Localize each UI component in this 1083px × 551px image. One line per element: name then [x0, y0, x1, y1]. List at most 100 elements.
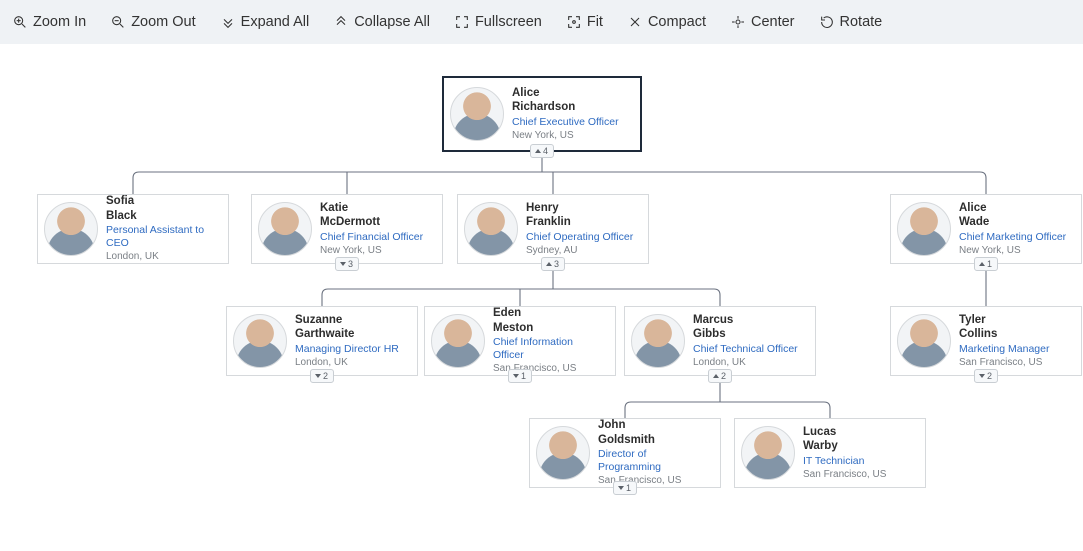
node-marcus-gibbs[interactable]: Marcus Gibbs Chief Technical Officer Lon… — [624, 306, 816, 376]
zoom-in-icon — [12, 14, 28, 30]
expand-toggle[interactable]: 1 — [974, 257, 998, 271]
first-name: Lucas — [803, 425, 886, 439]
first-name: Sofia — [106, 194, 218, 208]
node-eden-meston[interactable]: Eden Meston Chief Information Officer Sa… — [424, 306, 616, 376]
location: New York, US — [959, 245, 1066, 258]
job-title: IT Technician — [803, 455, 886, 468]
child-count: 3 — [554, 259, 559, 269]
expand-toggle[interactable]: 3 — [335, 257, 359, 271]
chevron-down-icon — [618, 486, 624, 490]
node-info: Suzanne Garthwaite Managing Director HR … — [295, 313, 399, 369]
job-title: Chief Technical Officer — [693, 343, 798, 356]
fit-button[interactable]: Fit — [566, 14, 603, 30]
fit-label: Fit — [587, 14, 603, 30]
node-info: Marcus Gibbs Chief Technical Officer Lon… — [693, 313, 798, 369]
chevron-up-icon — [546, 262, 552, 266]
expand-toggle[interactable]: 2 — [310, 369, 334, 383]
avatar — [258, 202, 312, 256]
avatar — [897, 314, 951, 368]
location: Sydney, AU — [526, 245, 633, 258]
org-chart-canvas[interactable]: Alice Richardson Chief Executive Officer… — [0, 44, 1083, 551]
job-title: Director of Programming — [598, 448, 710, 474]
last-name: Franklin — [526, 215, 633, 229]
zoom-in-button[interactable]: Zoom In — [12, 14, 86, 30]
job-title: Personal Assistant to CEO — [106, 224, 218, 250]
avatar — [233, 314, 287, 368]
zoom-out-button[interactable]: Zoom Out — [110, 14, 195, 30]
last-name: Gibbs — [693, 327, 798, 341]
collapse-all-icon — [333, 14, 349, 30]
job-title: Chief Operating Officer — [526, 231, 633, 244]
avatar — [741, 426, 795, 480]
node-info: Alice Richardson Chief Executive Officer… — [512, 86, 619, 142]
child-count: 4 — [543, 146, 548, 156]
chevron-up-icon — [535, 149, 541, 153]
fullscreen-button[interactable]: Fullscreen — [454, 14, 542, 30]
fullscreen-icon — [454, 14, 470, 30]
node-john-goldsmith[interactable]: John Goldsmith Director of Programming S… — [529, 418, 721, 488]
node-suzanne-garthwaite[interactable]: Suzanne Garthwaite Managing Director HR … — [226, 306, 418, 376]
node-katie-mcdermott[interactable]: Katie McDermott Chief Financial Officer … — [251, 194, 443, 264]
expand-toggle[interactable]: 2 — [974, 369, 998, 383]
first-name: Suzanne — [295, 313, 399, 327]
node-henry-franklin[interactable]: Henry Franklin Chief Operating Officer S… — [457, 194, 649, 264]
collapse-all-button[interactable]: Collapse All — [333, 14, 430, 30]
expand-all-button[interactable]: Expand All — [220, 14, 310, 30]
first-name: Eden — [493, 306, 605, 320]
avatar — [897, 202, 951, 256]
avatar — [431, 314, 485, 368]
first-name: Marcus — [693, 313, 798, 327]
child-count: 3 — [348, 259, 353, 269]
avatar — [536, 426, 590, 480]
rotate-button[interactable]: Rotate — [819, 14, 883, 30]
compact-label: Compact — [648, 14, 706, 30]
center-button[interactable]: Center — [730, 14, 795, 30]
chevron-down-icon — [979, 374, 985, 378]
job-title: Chief Marketing Officer — [959, 231, 1066, 244]
location: London, UK — [693, 357, 798, 370]
center-icon — [730, 14, 746, 30]
node-alice-wade[interactable]: Alice Wade Chief Marketing Officer New Y… — [890, 194, 1082, 264]
expand-toggle[interactable]: 4 — [530, 144, 554, 158]
first-name: Tyler — [959, 313, 1049, 327]
chevron-down-icon — [315, 374, 321, 378]
expand-toggle[interactable]: 2 — [708, 369, 732, 383]
node-sofia-black[interactable]: Sofia Black Personal Assistant to CEO Lo… — [37, 194, 229, 264]
fullscreen-label: Fullscreen — [475, 14, 542, 30]
chevron-up-icon — [713, 374, 719, 378]
zoom-in-label: Zoom In — [33, 14, 86, 30]
last-name: Garthwaite — [295, 327, 399, 341]
last-name: Meston — [493, 321, 605, 335]
last-name: Richardson — [512, 100, 619, 114]
job-title: Chief Information Officer — [493, 336, 605, 362]
node-alice-richardson[interactable]: Alice Richardson Chief Executive Officer… — [442, 76, 642, 152]
center-label: Center — [751, 14, 795, 30]
child-count: 1 — [521, 371, 526, 381]
node-info: Katie McDermott Chief Financial Officer … — [320, 201, 423, 257]
job-title: Chief Financial Officer — [320, 231, 423, 244]
node-info: Eden Meston Chief Information Officer Sa… — [493, 306, 605, 376]
expand-toggle[interactable]: 3 — [541, 257, 565, 271]
chevron-down-icon — [340, 262, 346, 266]
rotate-icon — [819, 14, 835, 30]
zoom-out-icon — [110, 14, 126, 30]
node-info: John Goldsmith Director of Programming S… — [598, 418, 710, 488]
job-title: Chief Executive Officer — [512, 116, 619, 129]
node-info: Sofia Black Personal Assistant to CEO Lo… — [106, 194, 218, 264]
avatar — [450, 87, 504, 141]
child-count: 2 — [721, 371, 726, 381]
compact-button[interactable]: Compact — [627, 14, 706, 30]
location: San Francisco, US — [803, 469, 886, 482]
node-lucas-warby[interactable]: Lucas Warby IT Technician San Francisco,… — [734, 418, 926, 488]
toolbar: Zoom In Zoom Out Expand All Collapse All… — [0, 0, 1083, 44]
job-title: Managing Director HR — [295, 343, 399, 356]
first-name: Alice — [959, 201, 1066, 215]
rotate-label: Rotate — [840, 14, 883, 30]
node-info: Lucas Warby IT Technician San Francisco,… — [803, 425, 886, 481]
node-tyler-collins[interactable]: Tyler Collins Marketing Manager San Fran… — [890, 306, 1082, 376]
expand-toggle[interactable]: 1 — [508, 369, 532, 383]
location: New York, US — [512, 130, 619, 143]
last-name: Wade — [959, 215, 1066, 229]
node-info: Henry Franklin Chief Operating Officer S… — [526, 201, 633, 257]
expand-toggle[interactable]: 1 — [613, 481, 637, 495]
